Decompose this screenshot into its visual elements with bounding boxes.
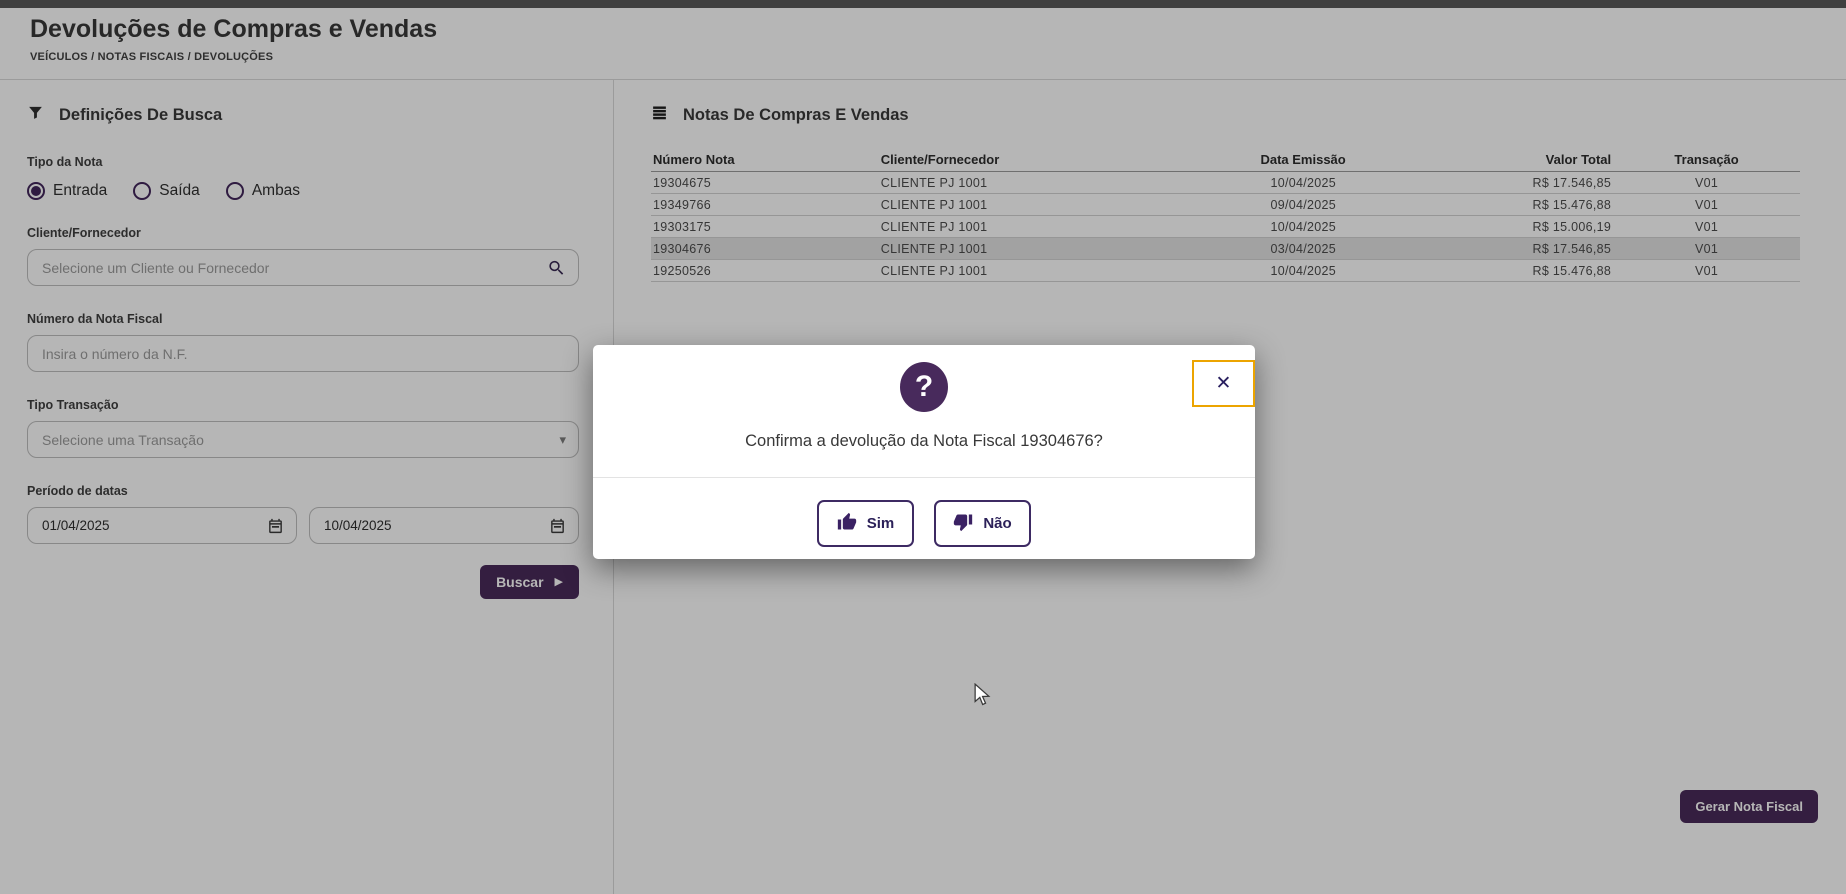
thumb-up-icon (837, 512, 857, 536)
thumb-down-icon (953, 512, 973, 536)
question-icon: ? (900, 362, 948, 412)
modal-divider (593, 477, 1255, 478)
confirm-dialog: ✕ ? Confirma a devolução da Nota Fiscal … (593, 345, 1255, 559)
app-window: Devoluções de Compras e Vendas VEÍCULOS … (0, 0, 1846, 894)
close-button[interactable]: ✕ (1192, 360, 1255, 407)
no-button-label: Não (983, 515, 1012, 532)
yes-button[interactable]: Sim (817, 500, 914, 547)
modal-actions: Sim Não (593, 500, 1255, 547)
close-icon: ✕ (1215, 373, 1232, 394)
yes-button-label: Sim (866, 515, 895, 532)
no-button[interactable]: Não (934, 500, 1031, 547)
confirm-message: Confirma a devolução da Nota Fiscal 1930… (745, 432, 1103, 450)
